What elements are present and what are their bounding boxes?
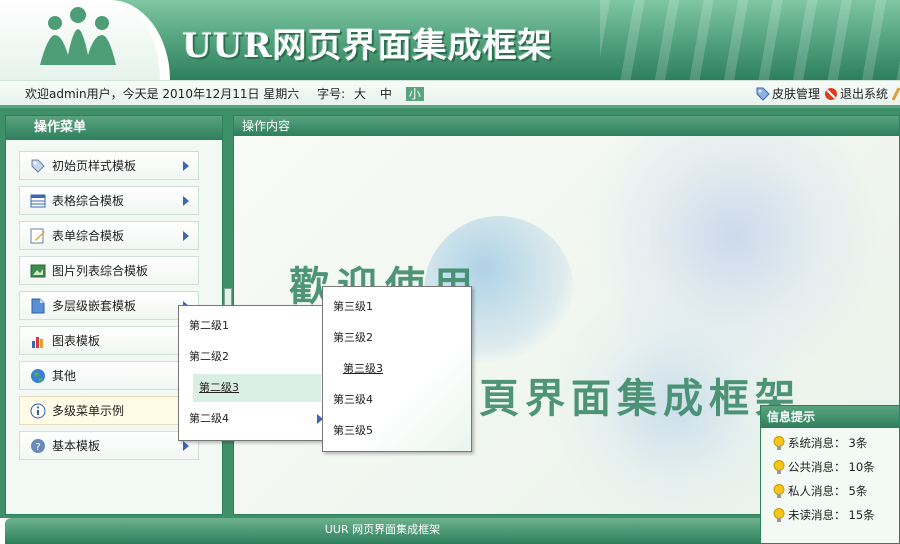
people-logo-icon	[40, 7, 116, 65]
submenu-item[interactable]: 第三级1	[323, 293, 471, 321]
menu-item-label: 其他	[52, 369, 77, 383]
welcome-text: 欢迎admin用户，今天是 2010年12月11日 星期六	[25, 87, 300, 101]
pencil-icon	[892, 87, 900, 101]
menu-item-label: 多层级嵌套模板	[52, 299, 137, 313]
info-tip-title: 信息提示	[761, 406, 899, 428]
app-header: UUR网页界面集成框架	[0, 0, 900, 80]
form-edit-icon	[30, 228, 45, 243]
lightbulb-icon	[773, 483, 785, 498]
menu-item-label: 表格综合模板	[52, 194, 125, 208]
logout-link[interactable]: 退出系统	[824, 81, 888, 107]
font-size-large[interactable]: 大	[354, 87, 366, 101]
document-icon	[31, 298, 45, 313]
info-bar: 欢迎admin用户，今天是 2010年12月11日 星期六 字号: 大 中 小 …	[0, 80, 900, 108]
info-tip-panel: 信息提示 系统消息： 3条 公共消息： 10条 私人消息： 5条 未读消息： 15条	[760, 405, 900, 544]
info-tip-value: 10条	[848, 460, 875, 474]
chevron-right-icon	[183, 196, 189, 206]
info-tip-value: 15条	[848, 508, 875, 522]
chevron-right-icon	[183, 161, 189, 171]
chevron-right-icon	[183, 231, 189, 241]
submenu-item-label: 第二级4	[189, 412, 229, 425]
submenu-item[interactable]: 第三级2	[323, 324, 471, 352]
app-title: UUR网页界面集成框架	[182, 26, 553, 66]
info-tip-value: 5条	[848, 484, 868, 498]
menu-item-label: 基本模板	[52, 439, 101, 453]
stop-icon	[824, 88, 837, 100]
submenu-item[interactable]: 第三级4	[323, 386, 471, 414]
submenu-item-with-children[interactable]: 第二级4	[179, 405, 329, 433]
skin-manage-label: 皮肤管理	[771, 87, 820, 101]
table-icon	[30, 194, 46, 207]
info-tip-label: 未读消息：	[788, 508, 846, 522]
menu-item-label: 多级菜单示例	[52, 404, 125, 418]
menu-item-basic[interactable]: ? 基本模板	[19, 431, 199, 460]
info-tip-value: 3条	[848, 436, 868, 450]
submenu-item[interactable]: 第二级2	[179, 343, 329, 371]
info-tip-row[interactable]: 公共消息： 10条	[773, 458, 875, 476]
welcome-subheading: 頁界面集成框架	[479, 375, 801, 422]
chevron-right-icon	[183, 441, 189, 451]
info-tip-label: 公共消息：	[788, 460, 846, 474]
left-panel-title: 操作菜单	[6, 116, 222, 140]
image-icon	[30, 264, 46, 277]
font-size-medium[interactable]: 中	[380, 87, 392, 101]
menu-item-chart[interactable]: 图表模板	[19, 326, 199, 355]
bar-chart-icon	[32, 336, 43, 348]
tag-icon	[31, 159, 45, 173]
globe-icon	[31, 368, 45, 383]
menu-item-form[interactable]: 表单综合模板	[19, 221, 199, 250]
menu-item-label: 图表模板	[52, 334, 101, 348]
menu-item-multilevel[interactable]: 多级菜单示例	[19, 396, 199, 425]
help-icon: ?	[31, 438, 45, 453]
info-tip-row[interactable]: 私人消息： 5条	[773, 482, 867, 500]
submenu-level-2: 第二级1 第二级2 第二级3 第二级4	[178, 305, 330, 441]
svg-text:?: ?	[35, 442, 40, 453]
lightbulb-icon	[773, 507, 785, 522]
menu-item-label: 初始页样式模板	[52, 159, 137, 173]
logo	[0, 0, 170, 80]
menu-item-other[interactable]: 其他	[19, 361, 199, 390]
lightbulb-icon	[773, 435, 785, 450]
menu-item-label: 图片列表综合模板	[52, 264, 149, 278]
info-tip-row[interactable]: 系统消息： 3条	[773, 434, 867, 452]
lightbulb-icon	[773, 459, 785, 474]
submenu-item[interactable]: 第二级1	[179, 312, 329, 340]
menu-item-label: 表单综合模板	[52, 229, 125, 243]
submenu-level-3: 第三级1 第三级2 第三级3 第三级4 第三级5	[322, 286, 472, 452]
info-tip-label: 私人消息：	[788, 484, 846, 498]
logout-label: 退出系统	[839, 87, 888, 101]
submenu-item-hovered[interactable]: 第二级3	[193, 374, 321, 402]
font-size-label: 字号:	[317, 87, 346, 101]
menu-item-nested[interactable]: 多层级嵌套模板	[19, 291, 199, 320]
info-icon	[30, 403, 46, 418]
info-tip-row[interactable]: 未读消息： 15条	[773, 506, 875, 524]
footer: UUR 网页界面集成框架	[5, 518, 760, 544]
menu-item-start-page[interactable]: 初始页样式模板	[19, 151, 199, 180]
submenu-item[interactable]: 第三级5	[323, 417, 471, 445]
tag-icon	[756, 87, 770, 101]
info-tip-label: 系统消息：	[788, 436, 846, 450]
submenu-item-hovered[interactable]: 第三级3	[323, 355, 471, 383]
header-decoration	[600, 0, 900, 80]
menu-item-image-list[interactable]: 图片列表综合模板	[19, 256, 199, 285]
skin-manage-link[interactable]: 皮肤管理	[756, 81, 820, 107]
content-panel-title: 操作内容	[234, 116, 899, 136]
menu-item-table[interactable]: 表格综合模板	[19, 186, 199, 215]
font-size-small[interactable]: 小	[405, 87, 424, 101]
